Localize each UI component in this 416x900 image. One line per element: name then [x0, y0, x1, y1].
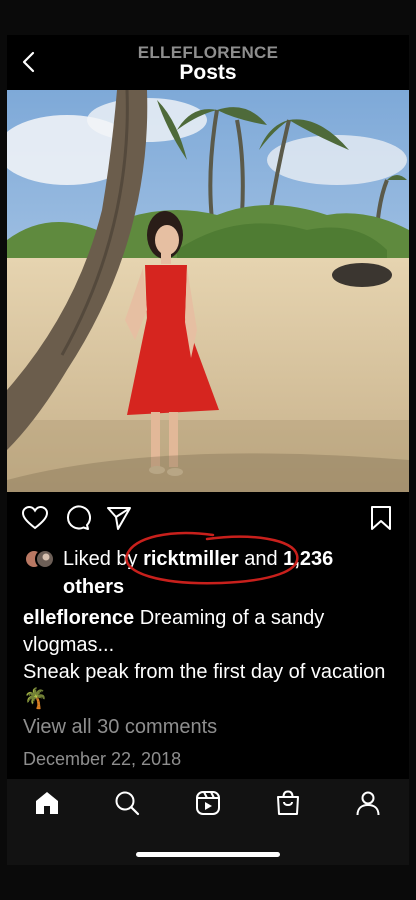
- phone-screen: ELLEFLORENCE Posts Liked by ricktmiller …: [7, 35, 409, 865]
- bottom-tab-bar: [7, 779, 409, 865]
- heart-icon[interactable]: [21, 504, 49, 532]
- home-icon[interactable]: [33, 789, 61, 817]
- paper-plane-icon[interactable]: [105, 504, 133, 532]
- page-title: Posts: [179, 61, 237, 84]
- liker-avatars: [23, 548, 59, 570]
- caption-username[interactable]: elleflorence: [23, 607, 134, 629]
- post-date: December 22, 2018: [23, 749, 182, 769]
- bookmark-icon[interactable]: [367, 504, 395, 532]
- search-icon[interactable]: [113, 789, 141, 817]
- header-username: ELLEFLORENCE: [137, 43, 279, 62]
- view-comments-link[interactable]: View all 30 comments: [23, 716, 217, 739]
- shopping-bag-icon[interactable]: [274, 789, 302, 817]
- reels-icon[interactable]: [194, 789, 222, 817]
- likes-summary[interactable]: Liked by ricktmiller and 1,236 others: [21, 531, 401, 605]
- post-photo[interactable]: [7, 90, 409, 492]
- post-actions: [7, 492, 409, 544]
- likes-text: Liked by ricktmiller and 1,236 others: [63, 548, 334, 598]
- liked-user-link[interactable]: ricktmiller: [143, 548, 239, 570]
- home-indicator: [136, 852, 280, 857]
- profile-icon[interactable]: [354, 789, 382, 817]
- header: ELLEFLORENCE Posts: [7, 35, 409, 90]
- comment-bubble-icon[interactable]: [63, 504, 91, 532]
- post-caption: elleflorence Dreaming of a sandy vlogmas…: [23, 607, 386, 710]
